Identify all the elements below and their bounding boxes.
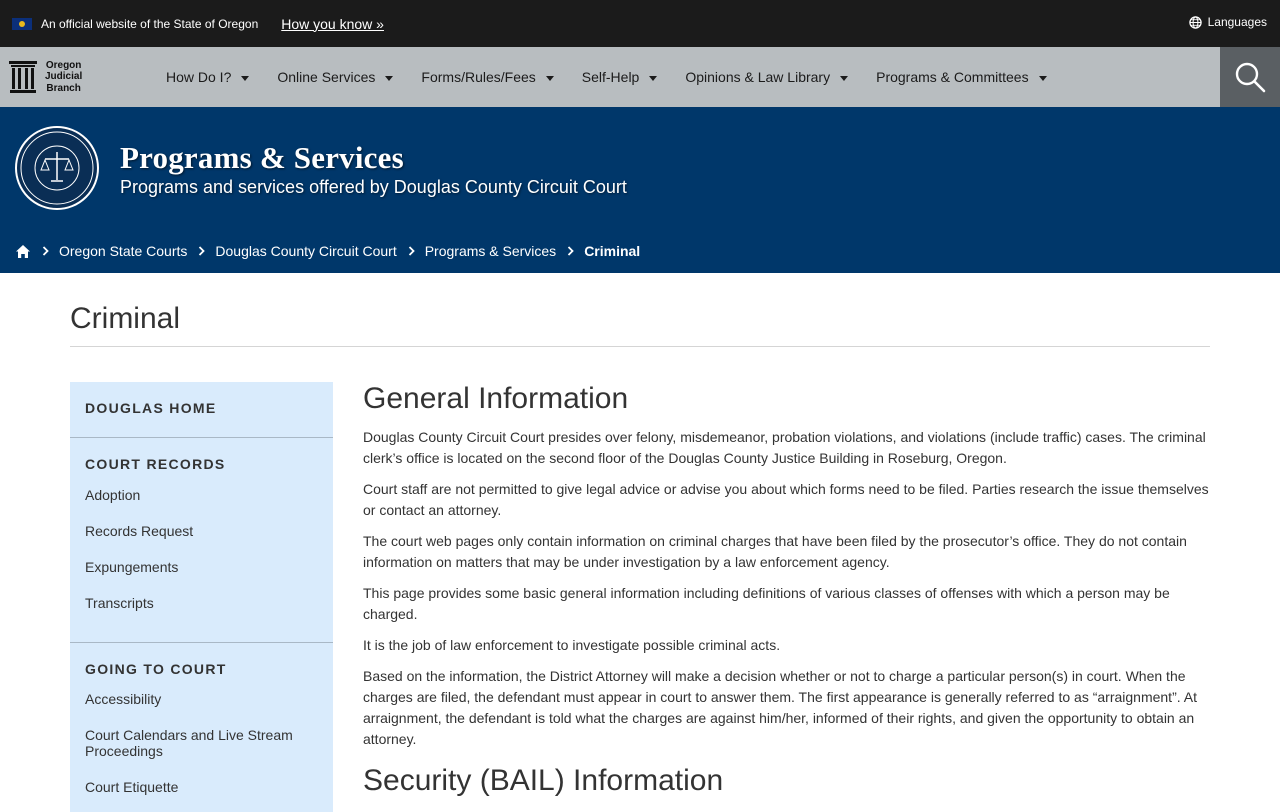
oregon-flag-icon (12, 17, 32, 30)
ojd-logo[interactable]: Oregon Judicial Branch (9, 60, 149, 95)
globe-icon (1188, 15, 1202, 29)
nav-opinions-law-library[interactable]: Opinions & Law Library (685, 69, 849, 85)
nav-label: Online Services (277, 69, 376, 85)
sidebar-item-expungements[interactable]: Expungements (70, 559, 333, 595)
sidebar-section-court-records: COURT RECORDS Adoption Records Request E… (70, 438, 333, 643)
paragraph: The court web pages only contain informa… (363, 533, 1187, 570)
chevron-right-icon (42, 246, 49, 256)
sidebar-douglas-home[interactable]: DOUGLAS HOME (70, 382, 333, 438)
sidebar-item-transcripts[interactable]: Transcripts (70, 595, 333, 631)
chevron-right-icon (199, 246, 206, 256)
official-site-text: An official website of the State of Oreg… (41, 16, 259, 31)
courthouse-columns-icon (9, 61, 37, 93)
nav-label: How Do I? (166, 69, 232, 85)
search-icon (1235, 62, 1266, 93)
nav-programs-committees[interactable]: Programs & Committees (876, 69, 1047, 85)
general-information-heading: General Information (363, 382, 629, 415)
paragraph: This page provides some basic general in… (363, 585, 1170, 622)
breadcrumb: Oregon State Courts Douglas County Circu… (15, 243, 640, 259)
page-title: Criminal (70, 302, 181, 335)
hero-subtitle: Programs and services offered by Douglas… (120, 177, 627, 197)
sidebar-item-court-calendars[interactable]: Court Calendars and Live Stream Proceedi… (70, 727, 333, 759)
nav-how-do-i[interactable]: How Do I? (166, 69, 250, 85)
paragraph: Court staff are not permitted to give le… (363, 481, 1209, 518)
chevron-right-icon (408, 246, 415, 256)
title-divider (70, 346, 1210, 347)
main-content: General Information Douglas County Circu… (363, 382, 1213, 798)
nav-self-help[interactable]: Self-Help (582, 69, 658, 85)
page-hero: Programs & Services Programs and service… (0, 107, 1280, 273)
paragraph: Based on the information, the District A… (363, 668, 1197, 747)
main-navigation: Oregon Judicial Branch How Do I? Online … (0, 47, 1280, 107)
sidebar-heading-going-to-court[interactable]: GOING TO COURT (70, 643, 333, 691)
sidebar-item-adoption[interactable]: Adoption (70, 487, 333, 523)
sidebar-section-home: DOUGLAS HOME (70, 382, 333, 438)
chevron-down-icon (241, 75, 250, 81)
judicial-department-seal-icon (15, 126, 99, 210)
chevron-down-icon (840, 75, 849, 81)
nav-online-services[interactable]: Online Services (277, 69, 394, 85)
chevron-down-icon (649, 75, 658, 81)
chevron-down-icon (385, 75, 394, 81)
sidebar-heading-court-records[interactable]: COURT RECORDS (70, 438, 333, 487)
search-button[interactable] (1220, 47, 1280, 107)
logo-line2: Judicial (45, 71, 83, 83)
paragraph: It is the job of law enforcement to inve… (363, 637, 781, 653)
breadcrumb-current: Criminal (584, 243, 641, 259)
nav-label: Self-Help (581, 69, 640, 85)
paragraph: Douglas County Circuit Court presides ov… (363, 429, 1206, 466)
breadcrumb-programs-services[interactable]: Programs & Services (425, 243, 556, 259)
nav-label: Programs & Committees (876, 69, 1029, 85)
nav-forms-rules-fees[interactable]: Forms/Rules/Fees (421, 69, 554, 85)
breadcrumb-douglas-county[interactable]: Douglas County Circuit Court (215, 243, 396, 259)
chevron-down-icon (1038, 75, 1047, 81)
breadcrumb-oregon-state-courts[interactable]: Oregon State Courts (59, 243, 187, 259)
nav-label: Opinions & Law Library (685, 69, 831, 85)
home-icon[interactable] (15, 244, 31, 259)
hero-title: Programs & Services (120, 140, 404, 175)
sidebar-item-records-request[interactable]: Records Request (70, 523, 333, 559)
languages-label: Languages (1207, 15, 1267, 29)
sidebar: DOUGLAS HOME COURT RECORDS Adoption Reco… (70, 382, 333, 812)
nav-label: Forms/Rules/Fees (421, 69, 536, 85)
logo-line3: Branch (46, 82, 81, 94)
chevron-down-icon (545, 75, 554, 81)
sidebar-item-court-etiquette[interactable]: Court Etiquette (70, 779, 333, 795)
logo-line1: Oregon (45, 59, 82, 71)
sidebar-item-accessibility[interactable]: Accessibility (70, 691, 333, 707)
sidebar-section-going-to-court: GOING TO COURT Accessibility Court Calen… (70, 643, 333, 795)
official-site-banner: An official website of the State of Oreg… (0, 0, 1280, 47)
logo-text: Oregon Judicial Branch (45, 60, 82, 95)
languages-button[interactable]: Languages (1188, 15, 1267, 29)
how-you-know-link[interactable]: How you know » (281, 16, 384, 32)
security-bail-heading: Security (BAIL) Information (363, 764, 724, 797)
chevron-right-icon (568, 246, 574, 256)
nav-items: How Do I? Online Services Forms/Rules/Fe… (166, 69, 1075, 85)
